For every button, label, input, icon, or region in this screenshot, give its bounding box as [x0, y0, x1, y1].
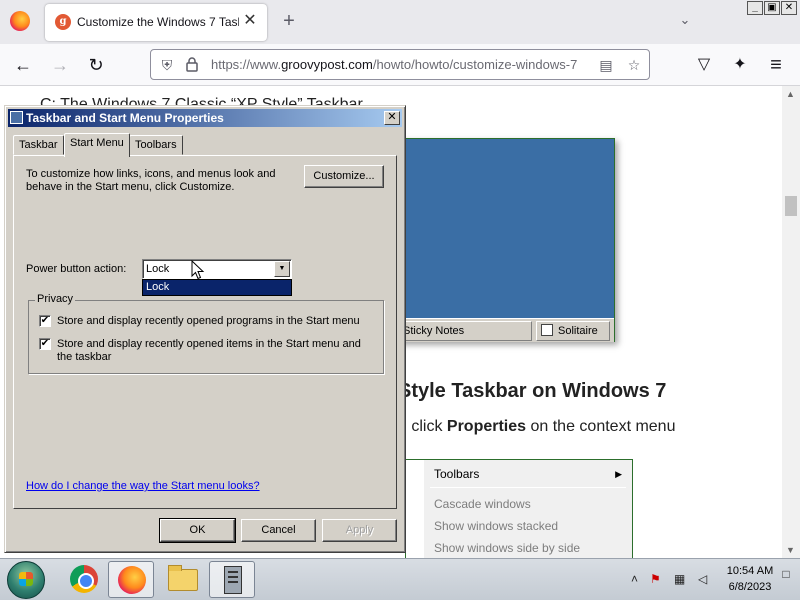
paragraph-text-bold: Properties: [446, 418, 527, 435]
site-lock-icon[interactable]: [183, 56, 201, 74]
paragraph-text-post: on the context menu: [526, 418, 676, 435]
ok-button[interactable]: OK: [159, 518, 236, 543]
taskbar-app-control-panel[interactable]: [209, 561, 255, 598]
firefox-logo-icon: [10, 11, 30, 31]
url-domain: groovypost.com: [281, 57, 373, 72]
windows-taskbar: ˄ ⚑ ▦ ◁ 10:54 AM 6/8/2023 □: [0, 558, 800, 600]
power-button-action-select[interactable]: Lock ▼: [142, 259, 292, 279]
article-screenshot-context-menu: Toolbars ▶ Cascade windows Show windows …: [405, 459, 633, 558]
reader-view-icon[interactable]: ▤: [597, 56, 615, 74]
checkmark-icon: ✔: [40, 315, 50, 326]
list-all-tabs-icon[interactable]: ⌄: [675, 12, 695, 32]
folder-icon: [168, 565, 198, 591]
mouse-pointer-icon: [191, 260, 205, 280]
computer-icon: [224, 566, 242, 594]
dialog-title: Taskbar and Start Menu Properties: [26, 111, 224, 125]
solitaire-label: Solitaire: [558, 325, 598, 337]
privacy-groupbox: Privacy ✔ Store and display recently ope…: [28, 293, 384, 374]
power-button-action-value: Lock: [146, 263, 170, 275]
clock-time[interactable]: 10:54 AM: [725, 565, 775, 577]
taskbar-start-menu-properties-dialog: Taskbar and Start Menu Properties ✕ Task…: [4, 105, 406, 553]
tracking-protection-shield-icon[interactable]: ⛨: [158, 56, 176, 74]
url-prefix: https://www.: [211, 57, 282, 72]
ctx-item-stacked: Show windows stacked: [434, 519, 559, 533]
chrome-icon: [70, 565, 98, 593]
store-recent-items-checkbox[interactable]: ✔: [39, 338, 51, 350]
power-button-action-dropdown-list: Lock: [142, 279, 292, 296]
back-button[interactable]: ←: [11, 53, 35, 77]
store-recent-programs-label[interactable]: Store and display recently opened progra…: [57, 315, 375, 328]
dropdown-arrow-icon[interactable]: ▼: [274, 261, 290, 277]
browser-titlebar: g Customize the Windows 7 Taskbar ✕ + ⌄ …: [0, 0, 800, 44]
tab-start-menu[interactable]: Start Menu: [64, 133, 130, 157]
tab-title: Customize the Windows 7 Taskbar: [77, 15, 239, 29]
volume-icon[interactable]: ◁: [698, 572, 707, 586]
browser-tab-active[interactable]: g Customize the Windows 7 Taskbar ✕: [45, 4, 267, 41]
apply-button[interactable]: Apply: [322, 519, 397, 542]
bookmark-star-icon[interactable]: ☆: [625, 56, 643, 74]
clock-date[interactable]: 6/8/2023: [725, 581, 775, 593]
url-text[interactable]: https://www.groovypost.com/howto/howto/c…: [211, 57, 593, 72]
cancel-button[interactable]: Cancel: [241, 519, 316, 542]
submenu-arrow-icon: ▶: [615, 469, 622, 479]
scroll-thumb[interactable]: [785, 196, 797, 216]
dialog-close-button[interactable]: ✕: [384, 111, 400, 125]
new-tab-button[interactable]: +: [278, 10, 300, 32]
extensions-icon[interactable]: ✦: [728, 53, 752, 77]
start-menu-tab-panel: To customize how links, icons, and menus…: [13, 155, 397, 509]
taskbar-app-explorer[interactable]: [160, 561, 206, 598]
groovypost-favicon-icon: g: [55, 14, 71, 30]
network-icon[interactable]: ▦: [674, 572, 685, 586]
browser-navbar: ← → ↻ ⛨ https://www.groovypost.com/howto…: [0, 44, 800, 86]
taskbar-app-firefox[interactable]: [108, 561, 154, 598]
power-button-action-label: Power button action:: [26, 263, 127, 275]
start-button-icon[interactable]: [7, 561, 45, 599]
article-paragraph: d click Properties on the context menu: [398, 418, 675, 436]
minimize-window-button[interactable]: _: [747, 1, 763, 15]
restore-window-button[interactable]: ▣: [764, 1, 780, 15]
store-recent-programs-checkbox[interactable]: ✔: [39, 315, 51, 327]
privacy-legend: Privacy: [35, 293, 76, 305]
forward-button[interactable]: →: [48, 53, 72, 77]
action-center-icon[interactable]: ⚑: [650, 572, 661, 586]
ctx-item-side-by-side: Show windows side by side: [434, 541, 581, 555]
checkmark-icon: ✔: [40, 338, 50, 349]
dialog-titlebar[interactable]: Taskbar and Start Menu Properties ✕: [8, 109, 402, 127]
close-window-button[interactable]: ✕: [781, 1, 797, 15]
page-scrollbar[interactable]: ▲ ▼: [782, 86, 800, 558]
scroll-down-icon[interactable]: ▼: [786, 545, 795, 555]
start-menu-help-link[interactable]: How do I change the way the Start menu l…: [26, 480, 260, 492]
sticky-notes-label: Sticky Notes: [403, 325, 465, 337]
screenshot-taskbar-button-solitaire: Solitaire: [536, 321, 610, 341]
context-menu-gutter: [406, 460, 424, 558]
ctx-item-toolbars: Toolbars: [434, 467, 480, 481]
screenshot-classic-taskbar: Sticky Notes Solitaire: [396, 318, 614, 342]
pocket-icon[interactable]: ▽: [692, 53, 716, 77]
customize-button[interactable]: Customize...: [304, 165, 384, 188]
context-menu-separator: [430, 487, 626, 488]
article-subheading: Style Taskbar on Windows 7: [398, 380, 667, 402]
firefox-icon: [118, 566, 146, 594]
article-screenshot-taskbar: Sticky Notes Solitaire: [395, 138, 615, 342]
solitaire-card-icon: [541, 324, 553, 336]
dropdown-option-lock[interactable]: Lock: [143, 280, 291, 295]
show-hidden-icons-icon[interactable]: ˄: [631, 572, 638, 586]
ctx-item-cascade: Cascade windows: [434, 497, 531, 511]
scroll-up-icon[interactable]: ▲: [786, 89, 795, 99]
tab-toolbars[interactable]: Toolbars: [129, 135, 183, 155]
screenshot-taskbar-button-sticky-notes: Sticky Notes: [398, 321, 532, 341]
url-bar[interactable]: ⛨ https://www.groovypost.com/howto/howto…: [150, 49, 650, 80]
show-desktop-icon[interactable]: □: [777, 567, 795, 585]
store-recent-items-label[interactable]: Store and display recently opened items …: [57, 338, 375, 364]
close-tab-icon[interactable]: ✕: [240, 11, 260, 31]
dialog-app-icon: [10, 111, 23, 124]
url-path: /howto/howto/customize-windows-7: [372, 57, 578, 72]
start-menu-intro-text: To customize how links, icons, and menus…: [26, 168, 276, 193]
taskbar-app-chrome[interactable]: [60, 561, 106, 598]
reload-button[interactable]: ↻: [84, 53, 108, 77]
tab-taskbar[interactable]: Taskbar: [13, 135, 64, 155]
screenshot-desktop: [396, 139, 614, 318]
app-menu-icon[interactable]: ≡: [764, 53, 788, 77]
